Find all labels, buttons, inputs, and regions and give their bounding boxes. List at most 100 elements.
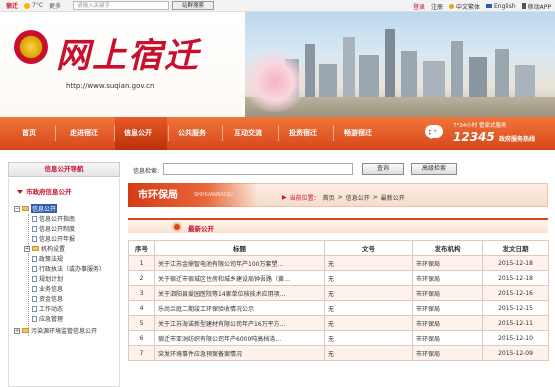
bureau-title-block: 市环保局 SHIHUANBAOJU — [128, 183, 258, 207]
table-header-row: 序号 标题 文号 发布机构 发文日期 — [128, 240, 549, 256]
site-url: http://www.suqian.gov.cn — [66, 82, 155, 90]
sun-icon — [24, 2, 31, 9]
latest-disclosure-header: 最新公开 — [128, 218, 548, 233]
tree-item-business[interactable]: 业务信息 — [32, 284, 63, 293]
document-icon — [32, 235, 37, 242]
tree-guide-line — [28, 214, 29, 336]
nav-invest[interactable]: 投资宿迁 — [289, 128, 317, 138]
document-icon — [32, 215, 37, 222]
table-row[interactable]: 7 突发环境事件应急预案备案情况 无 市环保局 2015-12-09 — [128, 345, 549, 361]
nav-interaction[interactable]: 互动交流 — [234, 128, 262, 138]
national-emblem-icon — [14, 30, 48, 64]
tree-item-annual-report[interactable]: 信息公开年报 — [32, 234, 75, 243]
register-link[interactable]: 注册 — [431, 2, 443, 11]
query-button[interactable]: 查询 — [362, 163, 404, 175]
row-title-link[interactable]: 关于宿迁市宿城区住房和城乡建设局钟吾路（黄… — [154, 270, 325, 286]
folder-icon — [22, 206, 29, 211]
tree-item-guide[interactable]: 信息公开指南 — [32, 214, 75, 223]
folder-icon — [32, 246, 39, 251]
breadcrumb-info-disclosure[interactable]: 信息公开 — [346, 193, 370, 202]
traditional-chinese-link[interactable]: 中文繁体 — [448, 2, 480, 11]
breadcrumb-home[interactable]: 首页 — [323, 193, 335, 202]
temperature: 7°C — [32, 2, 44, 9]
weather-more-link[interactable]: 更多 — [49, 1, 61, 10]
city-name[interactable]: 宿迁 — [6, 1, 18, 10]
document-icon — [32, 315, 37, 322]
breadcrumb: ▶ 当前位置： 首页 > 信息公开 > 最新公开 — [282, 193, 405, 202]
sidebar-header: 信息公开导航 — [8, 162, 120, 177]
collapse-icon[interactable]: − — [14, 205, 20, 212]
row-title-link[interactable]: 乐尚兰庭二期竣工环保验收情况公示 — [154, 300, 325, 316]
col-doc-number: 文号 — [324, 240, 413, 256]
document-icon — [32, 265, 37, 272]
row-title-link[interactable]: 关于泗阳县爱园医院等14家单位核技术应用项… — [154, 285, 325, 301]
document-icon — [32, 255, 37, 262]
tree-item-organization[interactable]: + 机构设置 — [24, 244, 65, 253]
row-title-link[interactable]: 宿迁市亚洲纺织有限公司年产6000吨高档涤… — [154, 330, 325, 346]
uk-flag-icon — [485, 4, 492, 8]
document-icon — [32, 285, 37, 292]
hotline-tagline: 7*24小时 管家式服务 — [453, 123, 507, 129]
english-link[interactable]: English — [485, 3, 516, 10]
document-icon — [32, 305, 37, 312]
service-hotline[interactable]: • • • 7*24小时 管家式服务 12345 政府服务热线 — [419, 117, 555, 150]
breadcrumb-latest[interactable]: 最新公开 — [381, 193, 405, 202]
header-banner: 网上宿迁 http://www.suqian.gov.cn — [0, 12, 555, 117]
sidebar-root[interactable]: 市政府信息公开 — [17, 186, 72, 196]
tree-item-enforcement[interactable]: 行政执法（或办事服务） — [32, 264, 105, 273]
document-icon — [32, 225, 37, 232]
table-row[interactable]: 3 关于泗阳县爱园医院等14家单位核技术应用项… 无 市环保局 2015-12-… — [128, 285, 549, 301]
col-title: 标题 — [154, 240, 325, 256]
tree-item-policies[interactable]: 政策法规 — [32, 254, 63, 263]
globe-icon — [448, 3, 454, 9]
decorative-flower — [240, 52, 310, 112]
breadcrumb-prefix: 当前位置： — [289, 195, 320, 202]
site-search-input[interactable]: 请输入关键字 — [73, 1, 170, 10]
table-row[interactable]: 5 关于江苏海诺新型建材有限公司年产16万平方… 无 市环保局 2015-12-… — [128, 315, 549, 331]
tree-item-info-disclosure[interactable]: − 信息公开 — [14, 204, 58, 213]
tree-item-work-news[interactable]: 工作动态 — [32, 304, 63, 313]
mobile-app-link[interactable]: 移动APP — [521, 2, 551, 11]
document-icon — [32, 295, 37, 302]
site-group-search-button[interactable]: 站群搜索 — [172, 1, 215, 10]
table-row[interactable]: 4 乐尚兰庭二期竣工环保验收情况公示 无 市环保局 2015-12-15 — [128, 300, 549, 316]
tree-item-emergency[interactable]: 应急管理 — [32, 314, 63, 323]
expand-icon[interactable]: + — [14, 327, 20, 334]
login-link[interactable]: 登录 — [413, 2, 425, 11]
top-utility-bar: 宿迁 7°C 更多 请输入关键字 站群搜索 登录 注册 中文繁体 English… — [0, 0, 555, 12]
expand-icon[interactable]: + — [24, 245, 30, 252]
location-arrow-icon: ▶ — [282, 194, 287, 201]
advanced-search-button[interactable]: 高级检索 — [411, 163, 457, 175]
weather-widget[interactable]: 7°C — [24, 2, 43, 9]
tree-item-planning[interactable]: 规划计划 — [32, 274, 63, 283]
row-title-link[interactable]: 关于江苏海诺新型建材有限公司年产16万平方… — [154, 315, 325, 331]
nav-public-service[interactable]: 公共服务 — [178, 128, 206, 138]
tree-item-system[interactable]: 信息公开制度 — [32, 224, 75, 233]
tree-item-funds[interactable]: 资金信息 — [32, 294, 63, 303]
hotline-label: 政府服务热线 — [499, 136, 536, 143]
phone-icon — [521, 3, 526, 9]
nav-home[interactable]: 首页 — [22, 128, 36, 138]
table-row[interactable]: 1 关于江苏金鼎智电池有限公司年产100万套塑… 无 市环保局 2015-12-… — [128, 255, 549, 271]
nav-about-suqian[interactable]: 走进宿迁 — [70, 128, 98, 138]
bureau-pinyin: SHIHUANBAOJU — [194, 192, 233, 198]
info-search-label: 信息检索: — [133, 168, 160, 175]
table-row[interactable]: 6 宿迁市亚洲纺织有限公司年产6000吨高档涤… 无 市环保局 2015-12-… — [128, 330, 549, 346]
col-publisher: 发布机构 — [412, 240, 483, 256]
document-icon — [32, 275, 37, 282]
col-number: 序号 — [128, 240, 155, 256]
row-title-link[interactable]: 突发环境事件应急预案备案情况 — [154, 345, 325, 361]
site-logo[interactable]: 网上宿迁 — [56, 28, 200, 77]
nav-tourism[interactable]: 畅游宿迁 — [344, 128, 372, 138]
account-links: 登录 注册 中文繁体 English 移动APP — [413, 0, 551, 12]
folder-icon — [22, 328, 29, 333]
latest-badge-icon — [172, 222, 182, 232]
caret-down-icon — [17, 190, 23, 194]
info-search-input[interactable] — [163, 163, 353, 175]
row-title-link[interactable]: 关于江苏金鼎智电池有限公司年产100万套塑… — [154, 255, 325, 271]
hotline-number: 12345 — [453, 130, 495, 144]
table-row[interactable]: 2 关于宿迁市宿城区住房和城乡建设局钟吾路（黄… 无 市环保局 2015-12-… — [128, 270, 549, 286]
nav-info-disclosure[interactable]: 信息公开 — [124, 128, 152, 138]
bureau-name: 市环保局 — [138, 190, 178, 201]
tree-item-pollution[interactable]: + 污染源环境监管信息公开 — [14, 326, 97, 335]
